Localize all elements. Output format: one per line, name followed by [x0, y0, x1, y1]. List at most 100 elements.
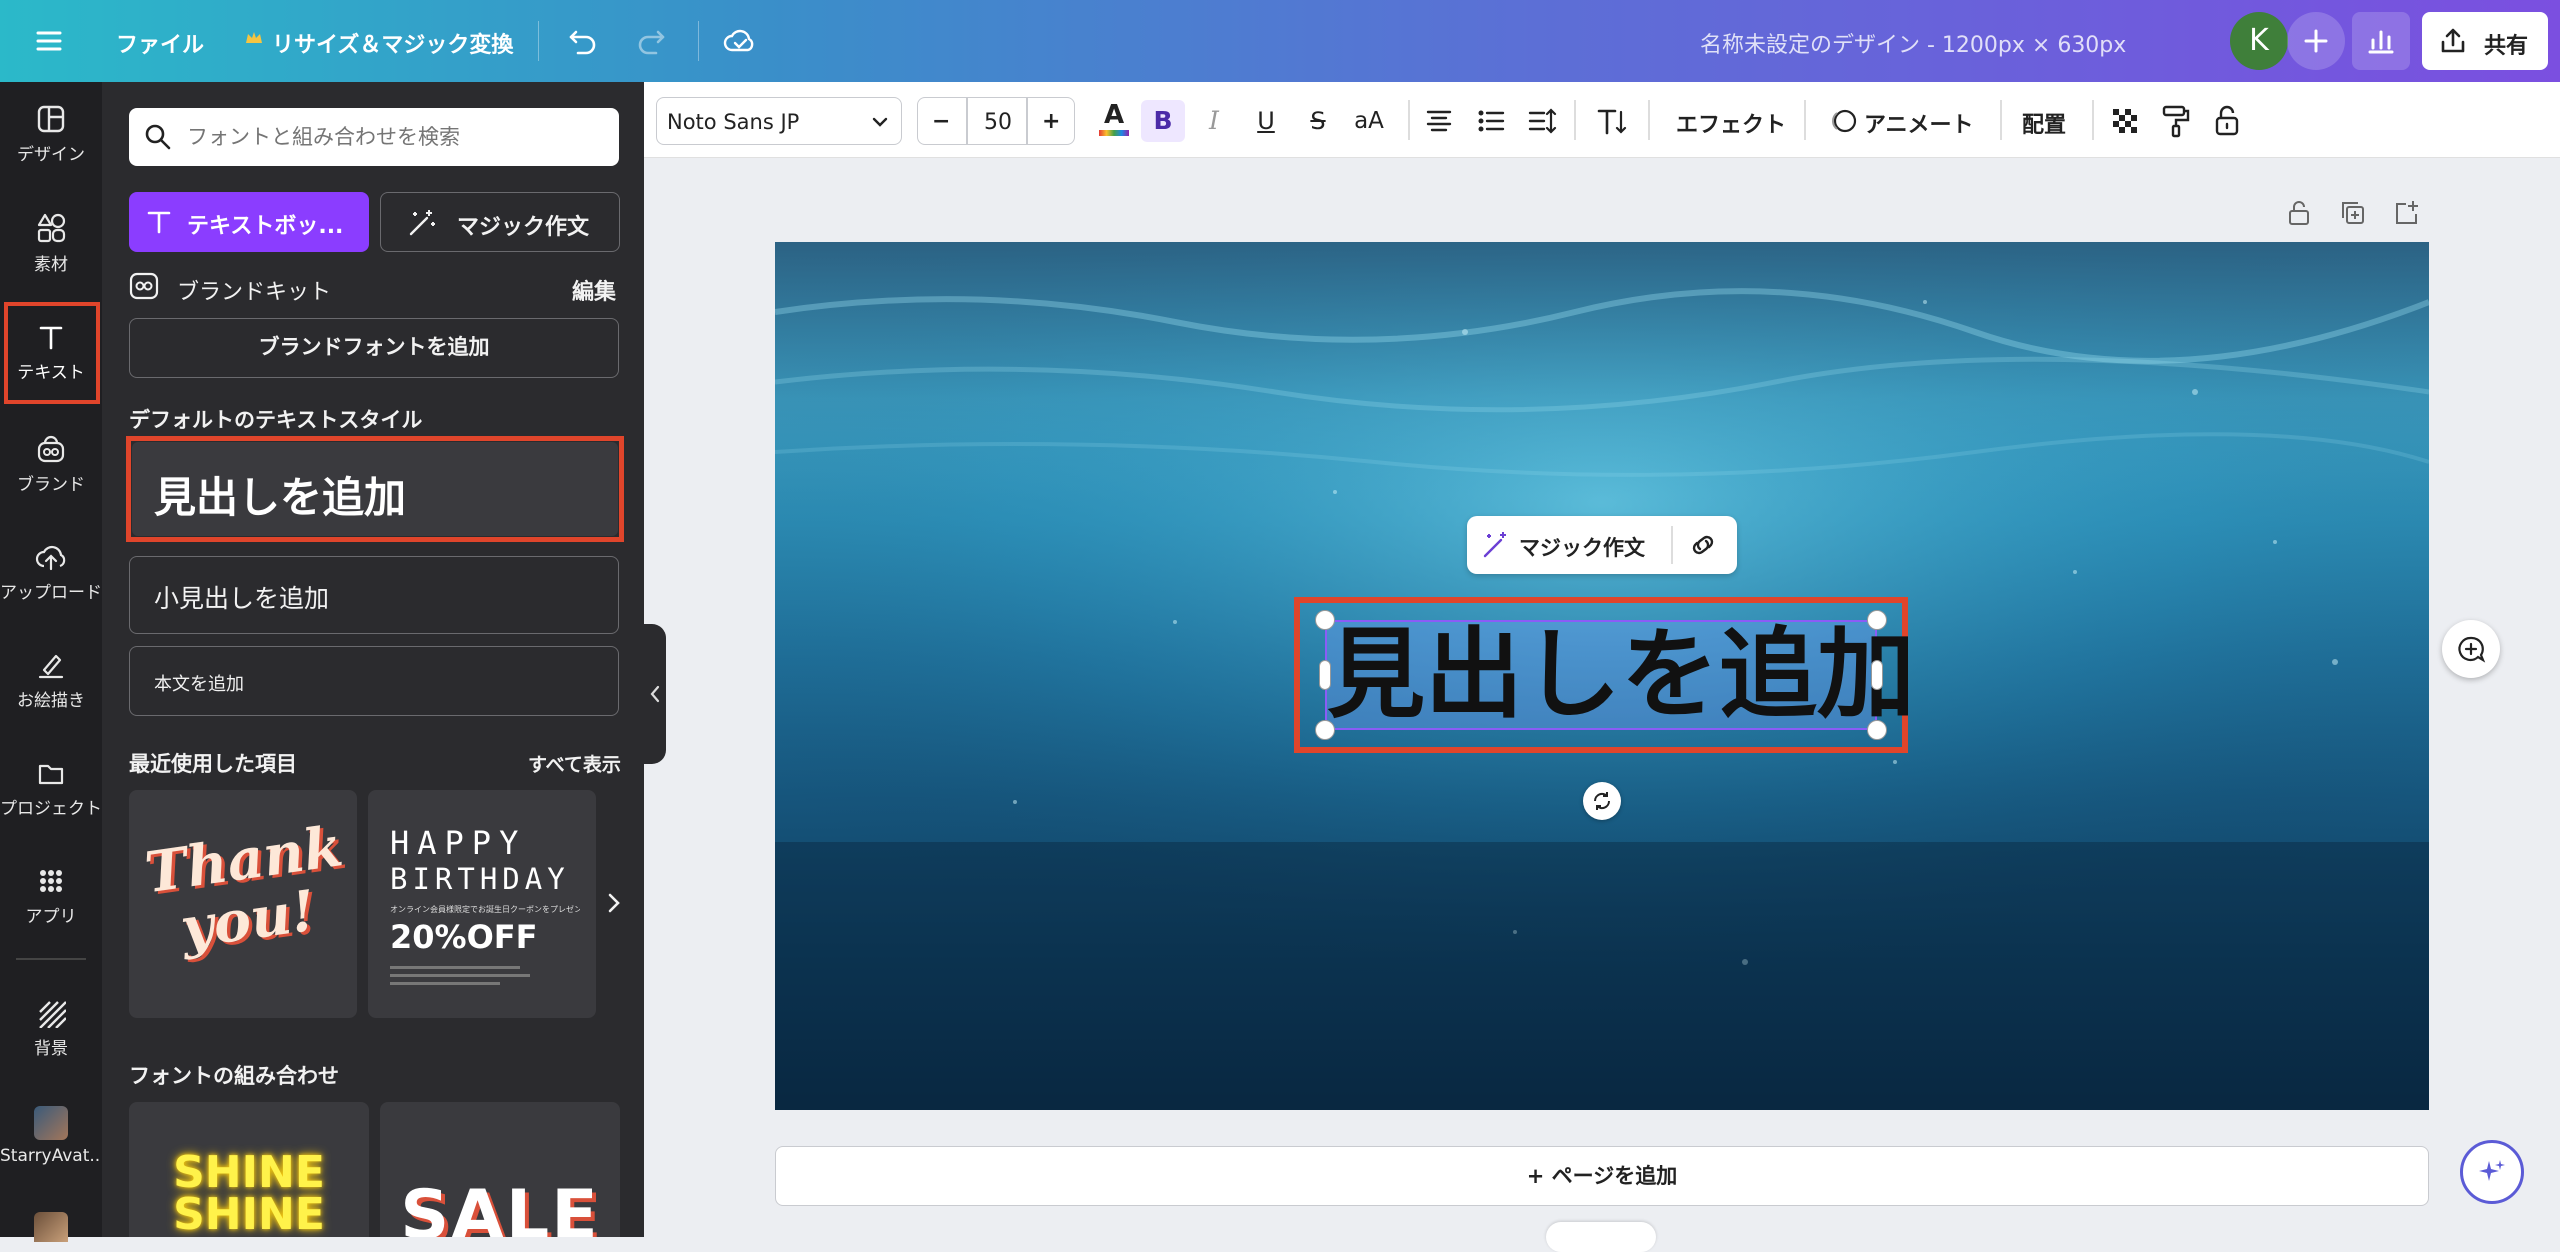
birthday-line2: BIRTHDAY: [390, 862, 570, 896]
resize-magic-button[interactable]: リサイズ＆マジック変換: [272, 27, 513, 59]
draw-icon: [38, 654, 64, 679]
edit-brand-kit-link[interactable]: 編集: [572, 274, 616, 306]
redo-icon[interactable]: [634, 24, 668, 58]
sidebar-item-label: プロジェクト: [0, 799, 102, 819]
folder-icon: [38, 764, 64, 785]
collapse-panel-handle[interactable]: [644, 624, 666, 764]
add-page-button[interactable]: + ページを追加: [775, 1146, 2429, 1206]
resize-handle-right[interactable]: [1871, 660, 1883, 690]
decrease-font-size-button[interactable]: −: [932, 109, 950, 134]
sidebar-item-background[interactable]: 背景: [0, 998, 102, 1098]
search-input[interactable]: [185, 120, 605, 154]
rotate-handle[interactable]: [1583, 782, 1621, 820]
add-heading-button[interactable]: 見出しを追加: [132, 442, 618, 536]
magic-assistant-button[interactable]: [2460, 1140, 2524, 1204]
align-center-icon[interactable]: [1424, 106, 1454, 136]
font-size-stepper: − 50 +: [917, 97, 1075, 145]
menu-icon[interactable]: [34, 26, 64, 56]
recent-template-birthday[interactable]: HAPPY BIRTHDAY オンライン会員様限定でお誕生日クーポンをプレゼント…: [368, 790, 596, 1018]
paint-roller-icon[interactable]: [2160, 104, 2192, 138]
effects-button[interactable]: エフェクト: [1676, 107, 1786, 139]
chevron-right-icon[interactable]: [602, 888, 626, 918]
heading-text[interactable]: 見出しを追加: [1327, 620, 1915, 730]
add-textbox-label: テキストボッ...: [187, 214, 344, 239]
increase-font-size-button[interactable]: +: [1042, 109, 1060, 134]
add-page-icon[interactable]: [2392, 198, 2422, 228]
see-all-link[interactable]: すべて表示: [528, 750, 621, 777]
vertical-text-icon[interactable]: [1596, 106, 1628, 136]
line-spacing-icon[interactable]: [1526, 106, 1558, 136]
recent-template-thank-you[interactable]: Thank you!: [129, 790, 357, 1018]
insights-button[interactable]: [2352, 12, 2410, 70]
undo-icon[interactable]: [566, 24, 600, 58]
share-button[interactable]: 共有: [2422, 12, 2548, 70]
font-combo-sale[interactable]: SALE: [380, 1102, 620, 1237]
document-title[interactable]: 名称未設定のデザイン - 1200px × 630px: [1700, 27, 2126, 59]
underline-button[interactable]: U: [1244, 100, 1288, 142]
add-brand-font-button[interactable]: ブランドフォントを追加: [129, 318, 619, 378]
magic-wand-icon: [1483, 532, 1506, 558]
duplicate-page-icon[interactable]: [2338, 198, 2368, 228]
transparency-icon[interactable]: [2110, 106, 2140, 136]
sidebar-item-design[interactable]: デザイン: [0, 104, 102, 204]
avatar[interactable]: K: [2230, 12, 2288, 70]
sale-text: SALE: [400, 1176, 600, 1237]
sidebar-item-draw[interactable]: お絵描き: [0, 650, 102, 750]
font-family-select[interactable]: Noto Sans JP: [656, 97, 902, 145]
font-combo-shine[interactable]: SHINE SHINE: [129, 1102, 369, 1237]
resize-handle-tl[interactable]: [1315, 610, 1335, 630]
bullet-list-icon[interactable]: [1476, 106, 1506, 136]
design-canvas[interactable]: マジック作文 見出しを追加: [775, 242, 2429, 1110]
invite-button[interactable]: [2287, 12, 2345, 70]
search-icon: [145, 124, 171, 150]
letter-case-button[interactable]: aA: [1344, 100, 1394, 142]
add-textbox-button[interactable]: テキストボッ...: [129, 192, 369, 252]
sidebar-item-label: 背景: [34, 1039, 68, 1059]
lock-icon[interactable]: [2212, 104, 2242, 138]
link-icon[interactable]: [1687, 530, 1719, 560]
cloud-saved-icon[interactable]: [722, 24, 758, 58]
app-avatar[interactable]: [34, 1212, 68, 1242]
sidebar-item-text[interactable]: テキスト: [0, 322, 102, 422]
page-notes-handle[interactable]: [1546, 1222, 1656, 1252]
resize-handle-left[interactable]: [1319, 660, 1331, 690]
sidebar-item-elements[interactable]: 素材: [0, 212, 102, 312]
font-search[interactable]: [129, 108, 619, 166]
add-comment-button[interactable]: [2442, 620, 2500, 678]
selected-text-box[interactable]: 見出しを追加: [1325, 620, 1915, 730]
add-subheading-button[interactable]: 小見出しを追加: [129, 556, 619, 634]
resize-handle-tr[interactable]: [1867, 610, 1887, 630]
sidebar-item-uploads[interactable]: アップロード: [0, 542, 102, 642]
sidebar-item-projects[interactable]: プロジェクト: [0, 758, 102, 858]
color-rainbow-bar: [1099, 130, 1129, 136]
default-styles-heading: デフォルトのテキストスタイル: [129, 408, 423, 432]
font-combos-heading: フォントの組み合わせ: [129, 1064, 339, 1088]
bold-button[interactable]: B: [1141, 100, 1185, 142]
sidebar-item-starryavatar[interactable]: StarryAvat...: [0, 1106, 106, 1206]
text-color-button[interactable]: A: [1094, 100, 1134, 144]
animate-icon: [1832, 109, 1857, 133]
italic-button[interactable]: I: [1192, 100, 1236, 142]
position-button[interactable]: 配置: [2022, 107, 2066, 139]
text-panel: テキストボッ... マジック作文 ブランドキット 編集 ブランドフォントを追加 …: [102, 82, 644, 1237]
shapes-icon: [37, 213, 66, 243]
font-family-value: Noto Sans JP: [667, 110, 800, 134]
sidebar-item-label: 素材: [34, 255, 68, 275]
animate-button[interactable]: アニメート: [1864, 107, 1974, 139]
font-size-input[interactable]: 50: [974, 110, 1022, 135]
resize-handle-bl[interactable]: [1315, 720, 1335, 740]
shine-text: SHINE SHINE: [173, 1147, 325, 1237]
upload-icon: [35, 545, 66, 571]
sidebar-item-apps[interactable]: アプリ: [0, 866, 102, 966]
strikethrough-button[interactable]: S: [1296, 100, 1340, 142]
magic-write-action[interactable]: マジック作文: [1519, 532, 1645, 562]
magic-write-button[interactable]: マジック作文: [380, 192, 620, 252]
resize-handle-br[interactable]: [1867, 720, 1887, 740]
sidebar-item-label: テキスト: [17, 363, 85, 383]
lock-page-icon[interactable]: [2284, 198, 2314, 228]
sidebar-item-brand[interactable]: ブランド: [0, 434, 102, 534]
birthday-line1: HAPPY: [390, 824, 527, 862]
add-body-button[interactable]: 本文を追加: [129, 646, 619, 716]
file-menu[interactable]: ファイル: [116, 27, 204, 59]
sparkle-icon: [2479, 1160, 2505, 1181]
